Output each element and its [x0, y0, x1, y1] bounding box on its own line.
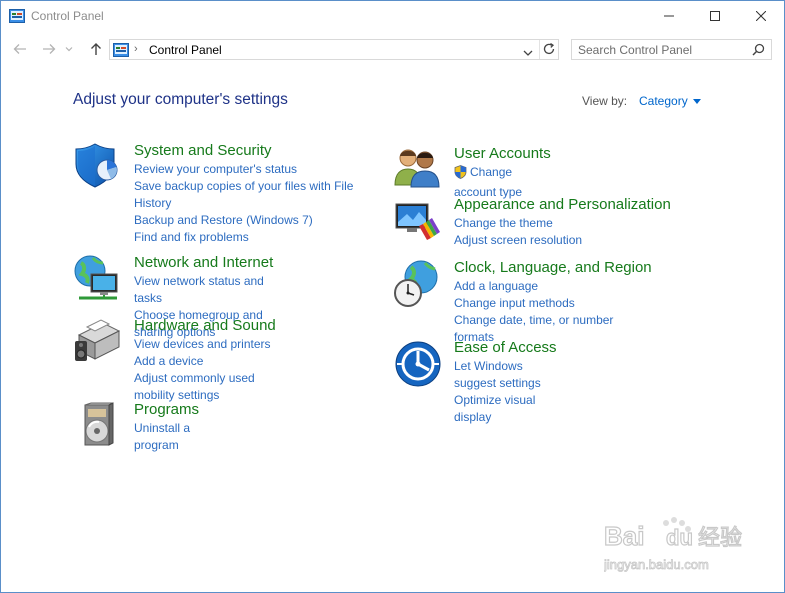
control-panel-icon [113, 43, 129, 62]
programs-disc-icon[interactable] [73, 401, 123, 451]
refresh-icon [543, 42, 555, 55]
back-arrow-icon [13, 44, 26, 54]
chevron-down-icon [65, 47, 73, 52]
user-accounts-icon[interactable] [393, 145, 443, 195]
globe-network-icon[interactable] [73, 254, 123, 304]
watermark-brand: Bai [604, 521, 644, 551]
breadcrumb-control-panel[interactable]: Control Panel [149, 43, 222, 57]
minimize-icon [664, 15, 674, 17]
link-find-fix-problems[interactable]: Find and fix problems [134, 229, 359, 246]
link-optimize-visual-display[interactable]: Optimize visual display [454, 392, 557, 426]
link-change-theme[interactable]: Change the theme [454, 215, 671, 232]
view-by-dropdown[interactable]: Category [639, 94, 701, 108]
category-title-programs[interactable]: Programs [134, 401, 199, 419]
link-add-language[interactable]: Add a language [454, 278, 652, 295]
address-divider [539, 40, 540, 59]
baidu-jingyan-watermark: Bai du 经验 jingyan.baidu.com [603, 517, 744, 582]
link-uninstall-program[interactable]: Uninstall a program [134, 420, 199, 454]
maximize-button[interactable] [692, 1, 738, 31]
link-windows-suggest-settings[interactable]: Let Windows suggest settings [454, 358, 557, 392]
title-bar[interactable]: Control Panel [1, 1, 784, 31]
category-title-hardware-sound[interactable]: Hardware and Sound [134, 317, 276, 335]
link-add-device[interactable]: Add a device [134, 353, 276, 370]
link-backup-restore[interactable]: Backup and Restore (Windows 7) [134, 212, 359, 229]
category-title-ease-of-access[interactable]: Ease of Access [454, 339, 557, 357]
category-title-network-internet[interactable]: Network and Internet [134, 254, 273, 272]
watermark-url: jingyan.baidu.com [604, 557, 709, 572]
up-button[interactable] [85, 39, 107, 59]
shield-chart-icon[interactable] [73, 142, 123, 192]
view-by-value[interactable]: Category [639, 94, 688, 108]
link-review-status[interactable]: Review your computer's status [134, 161, 359, 178]
uac-shield-icon [454, 165, 467, 184]
ease-of-access-icon[interactable] [393, 339, 443, 389]
printer-speaker-icon[interactable] [73, 317, 123, 367]
maximize-icon [710, 11, 720, 21]
watermark-cn: 经验 [698, 525, 742, 550]
window-title: Control Panel [31, 9, 104, 23]
page-title: Adjust your computer's settings [73, 91, 288, 108]
minimize-button[interactable] [646, 1, 692, 31]
address-bar[interactable]: › Control Panel [109, 39, 559, 60]
link-file-history[interactable]: Save backup copies of your files with Fi… [134, 178, 359, 212]
monitor-palette-icon[interactable] [393, 196, 443, 246]
search-box[interactable] [571, 39, 772, 60]
control-panel-window: Control Panel › Control Panel Search Con… [0, 0, 785, 593]
category-title-clock-region[interactable]: Clock, Language, and Region [454, 259, 652, 277]
search-icon[interactable] [752, 43, 765, 61]
forward-button[interactable] [38, 39, 60, 59]
up-arrow-icon [91, 43, 101, 55]
chevron-down-icon [523, 50, 533, 56]
close-button[interactable] [738, 1, 784, 31]
category-title-system-security[interactable]: System and Security [134, 142, 359, 160]
view-by-label: View by: [582, 94, 628, 108]
address-dropdown-button[interactable] [523, 44, 533, 62]
link-screen-resolution[interactable]: Adjust screen resolution [454, 232, 671, 249]
category-title-appearance[interactable]: Appearance and Personalization [454, 196, 671, 214]
close-icon [756, 11, 766, 21]
breadcrumb-separator[interactable]: › [134, 43, 138, 55]
control-panel-icon [9, 9, 25, 28]
link-mobility-settings[interactable]: Adjust commonly used mobility settings [134, 370, 276, 404]
caret-down-icon [692, 98, 701, 104]
clock-globe-icon[interactable] [393, 259, 443, 309]
refresh-button[interactable] [542, 42, 556, 61]
search-input[interactable] [578, 42, 743, 57]
back-button[interactable] [9, 39, 31, 59]
link-devices-printers[interactable]: View devices and printers [134, 336, 276, 353]
category-title-user-accounts[interactable]: User Accounts [454, 145, 551, 163]
recent-locations-button[interactable] [62, 39, 76, 59]
forward-arrow-icon [43, 44, 56, 54]
link-network-status[interactable]: View network status and tasks [134, 273, 273, 307]
link-input-methods[interactable]: Change input methods [454, 295, 652, 312]
